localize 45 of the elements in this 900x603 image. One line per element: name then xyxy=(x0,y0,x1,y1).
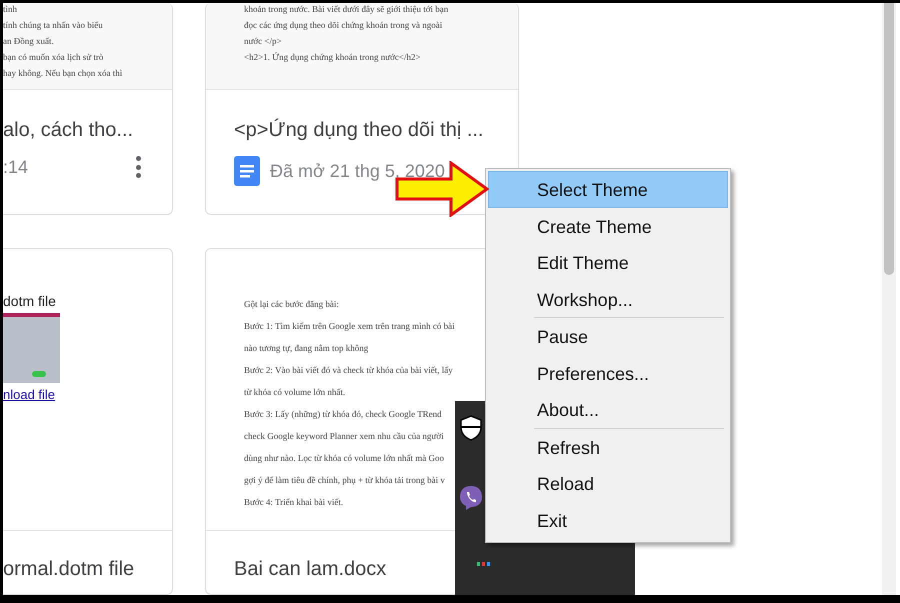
menu-item[interactable]: Select Theme xyxy=(488,171,728,208)
preview-text: an Đồng xuất. xyxy=(3,35,54,47)
preview-text: dùng như nào. Lọc từ khóa có volume lớn nhất mà Goo xyxy=(244,452,444,465)
menu-item[interactable]: Edit Theme xyxy=(488,244,728,280)
menu-item[interactable]: Workshop... xyxy=(488,280,728,317)
menu-item[interactable]: Preferences... xyxy=(488,354,728,391)
file-card[interactable]: dotm file nload file ormal.dotm file xyxy=(3,248,173,595)
more-options-icon[interactable] xyxy=(136,156,142,178)
file-title[interactable]: Bai can lam.docx xyxy=(234,557,386,581)
preview-text: nào tương tự, đang nằm top không xyxy=(244,342,368,355)
phone-bubble-icon[interactable] xyxy=(459,485,483,511)
small-app-icon[interactable] xyxy=(477,561,491,567)
opened-date: Đã mở 21 thg 5, 2020 xyxy=(270,160,445,182)
menu-item[interactable]: Create Theme xyxy=(488,208,728,244)
preview-heading: dotm file xyxy=(3,293,56,309)
shield-icon[interactable] xyxy=(460,415,482,441)
preview-text: gợi ý để làm tiêu đề chính, phụ + từ khóa tải trong bài v xyxy=(244,474,445,487)
preview-text: Bước 1: Tìm kiếm trên Google xem trên trang mình có bài xyxy=(244,320,455,333)
download-link[interactable]: nload file xyxy=(3,387,56,402)
preview-text: Bước 2: Vào bài viết đó và check từ khóa của bài viết, lấy xyxy=(244,364,453,377)
menu-item[interactable]: About... xyxy=(488,391,728,428)
preview-text: bạn có muốn xóa lịch sử trò xyxy=(3,51,104,63)
preview-text: khoản trong nước. Bài viết dưới đây sẽ giới thiệu tới bạn xyxy=(244,3,448,15)
file-card[interactable]: tình tính chúng ta nhấn vào biểu an Đồng xuất. bạn có muốn xóa lịch sử trò hay không. Nếu bạn chọn xóa thì alo, cách tho... :14 xyxy=(3,3,173,215)
menu-item[interactable]: Exit xyxy=(488,502,728,538)
preview-text: đọc các ứng dụng theo dõi chứng khoán trong và ngoài xyxy=(244,19,442,31)
preview-text: nước </p> xyxy=(244,35,282,47)
screenshot-thumbnail xyxy=(3,313,60,383)
menu-item[interactable]: Reload xyxy=(488,465,728,502)
preview-text: hay không. Nếu bạn chọn xóa thì xyxy=(3,67,122,79)
file-title[interactable]: ormal.dotm file xyxy=(3,557,134,581)
menu-item[interactable]: Pause xyxy=(488,318,728,354)
menu-item[interactable]: Refresh xyxy=(488,428,728,465)
preview-text: tình xyxy=(3,3,18,15)
file-title[interactable]: alo, cách tho... xyxy=(3,118,134,142)
file-title[interactable]: <p>Ứng dụng theo dõi thị ... xyxy=(234,118,484,142)
preview-text: <h2>1. Ứng dụng chứng khoán trong nước</h2> xyxy=(244,51,421,63)
preview-text: Gột lại các bước đăng bài: xyxy=(244,298,339,311)
preview-text: Bước 3: Lấy (những) từ khóa đó, check Google TRend xyxy=(244,408,442,421)
preview-text: check Google keyword Planner xem nhu cầu của người xyxy=(244,430,444,443)
scrollbar-thumb[interactable] xyxy=(884,3,894,275)
preview-text: từ khóa có volume lớn nhất. xyxy=(244,386,346,399)
preview-text: Bước 4: Triển khai bài viết. xyxy=(244,496,344,509)
opened-date: :14 xyxy=(3,156,28,178)
preview-text: tính chúng ta nhấn vào biểu xyxy=(3,19,103,31)
